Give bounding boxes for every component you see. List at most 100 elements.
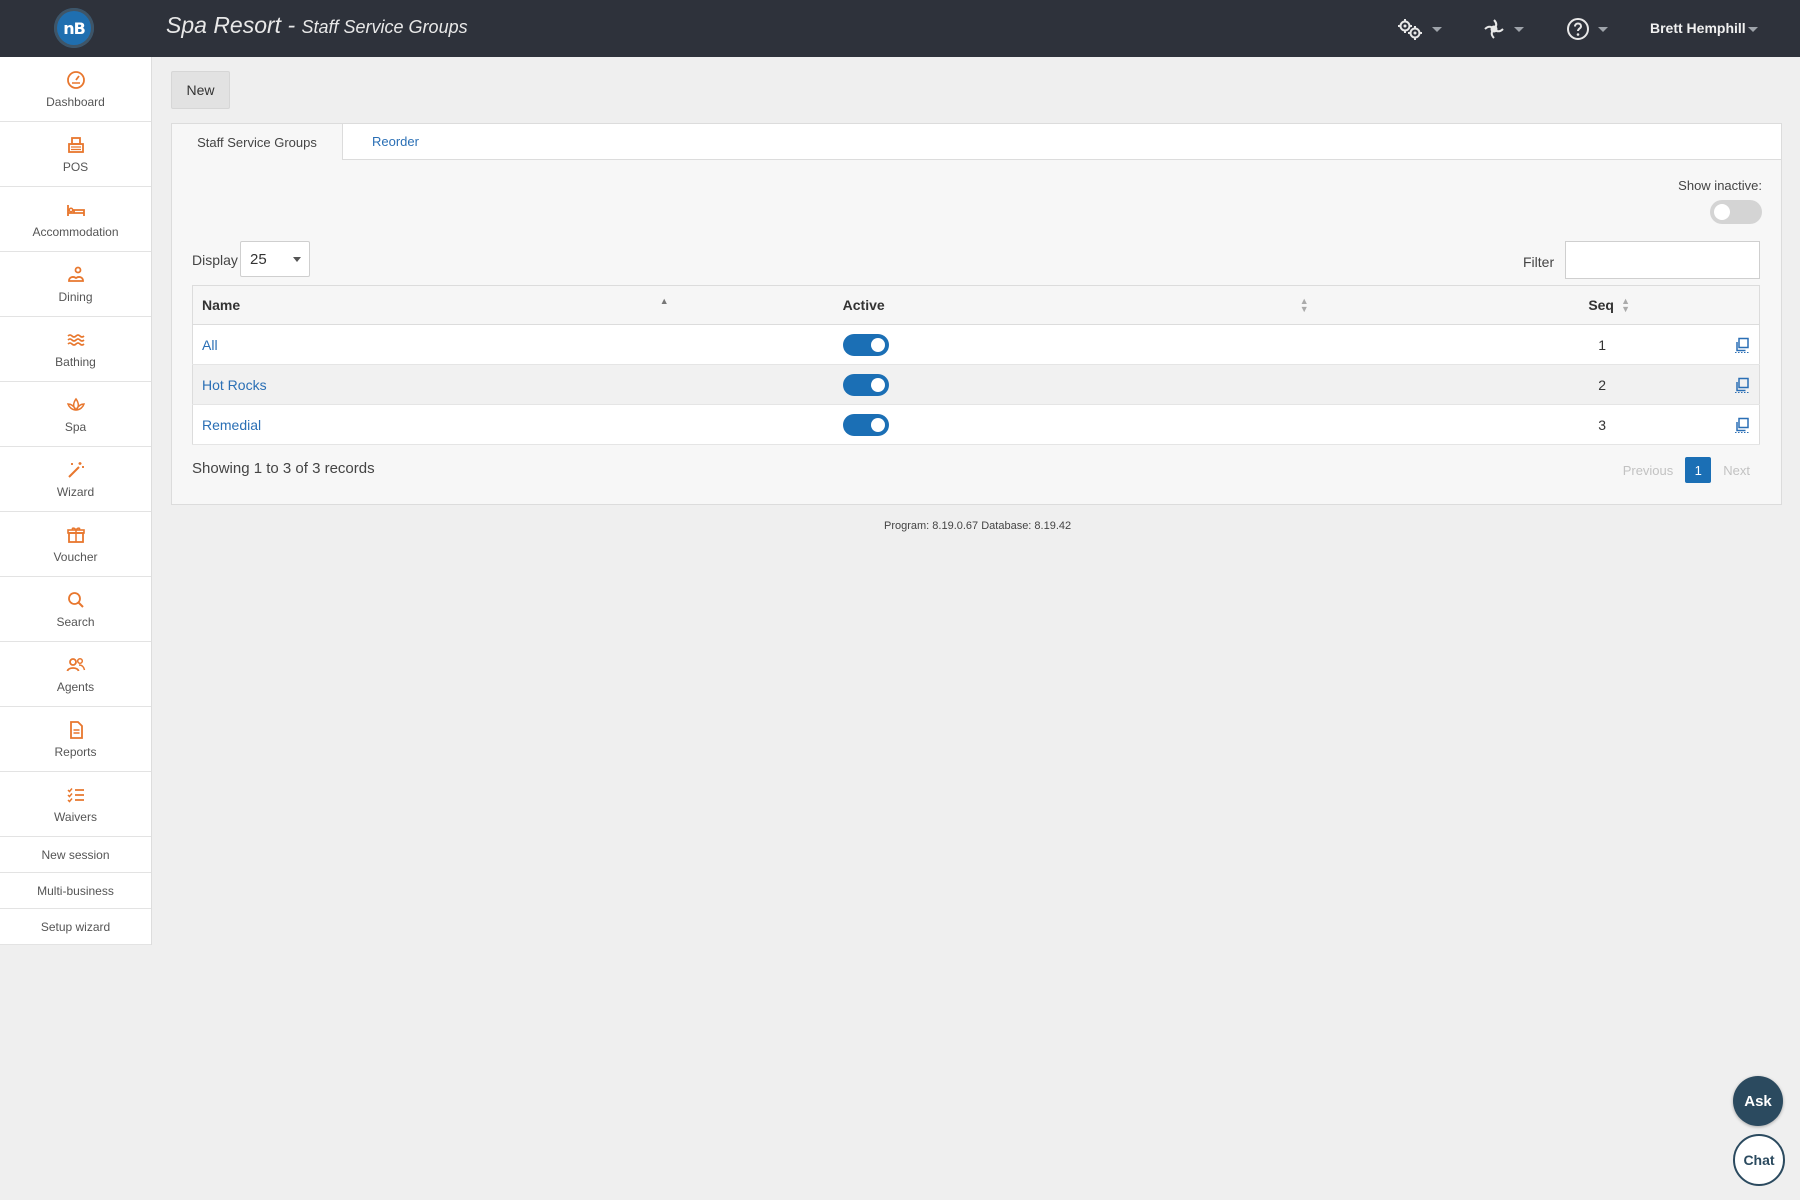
help-menu[interactable] [1566, 16, 1608, 42]
column-header-active[interactable]: Active ▲ ▼ [678, 285, 1319, 325]
chevron-down-icon [1748, 27, 1758, 32]
groups-table: Name ▲ Active ▲ ▼ Seq ▲ ▼ All 1 Hot Rock… [192, 285, 1760, 445]
chevron-down-icon [1432, 26, 1442, 32]
sidebar-item-accommodation[interactable]: Accommodation [0, 187, 151, 252]
top-bar: nB Spa Resort - Staff Service Groups Bre… [0, 0, 1800, 57]
sidebar-item-voucher[interactable]: Voucher [0, 512, 151, 577]
next-button[interactable]: Next [1711, 463, 1762, 478]
cell-active [678, 364, 1319, 405]
ask-button[interactable]: Ask [1733, 1076, 1783, 1126]
page-size-value: 25 [250, 250, 267, 268]
column-header-label: Name [202, 297, 241, 313]
show-inactive-toggle[interactable] [1710, 200, 1762, 224]
sidebar-item-spa[interactable]: Spa [0, 382, 151, 447]
sort-icon: ▲ ▼ [1621, 296, 1630, 314]
tab-reorder[interactable]: Reorder [372, 124, 419, 159]
settings-gears-icon [1398, 19, 1422, 40]
dropdown-arrow-icon [293, 257, 301, 262]
waves-icon [66, 333, 85, 346]
magic-wand-icon [67, 461, 84, 478]
logo-text: nB [63, 18, 86, 38]
cell-seq: 1 [1318, 324, 1638, 365]
sidebar-item-pos[interactable]: POS [0, 122, 151, 187]
sidebar-item-dashboard[interactable]: Dashboard [0, 57, 151, 122]
copy-icon[interactable] [1734, 337, 1750, 354]
chevron-down-icon [1514, 26, 1524, 32]
display-label: Display [192, 252, 238, 268]
sidebar-link-new-session[interactable]: New session [0, 837, 151, 873]
tab-staff-service-groups[interactable]: Staff Service Groups [172, 124, 343, 160]
sidebar-link-setup-wizard[interactable]: Setup wizard [0, 909, 151, 945]
column-header-label: Seq [1588, 297, 1614, 313]
column-header-seq[interactable]: Seq ▲ ▼ [1318, 285, 1638, 325]
lotus-icon [66, 397, 85, 411]
sort-icon: ▲ ▼ [1299, 296, 1309, 314]
sidebar-link-multi-business[interactable]: Multi-business [0, 873, 151, 909]
group-name-link[interactable]: Remedial [202, 417, 261, 433]
sidebar-item-label: Accommodation [32, 224, 119, 239]
sidebar-item-label: Spa [64, 419, 87, 434]
register-icon [67, 136, 84, 153]
previous-button[interactable]: Previous [1611, 463, 1686, 478]
integrations-menu[interactable] [1482, 16, 1524, 42]
gauge-icon [66, 70, 85, 89]
cell-active [678, 404, 1319, 445]
cell-actions [1638, 324, 1760, 365]
sidebar-item-reports[interactable]: Reports [0, 707, 151, 772]
group-name-link[interactable]: Hot Rocks [202, 377, 267, 393]
filter-input[interactable] [1565, 241, 1760, 279]
sidebar-item-wizard[interactable]: Wizard [0, 447, 151, 512]
sidebar-item-label: POS [62, 159, 89, 174]
sidebar-item-agents[interactable]: Agents [0, 642, 151, 707]
sidebar-item-waivers[interactable]: Waivers [0, 772, 151, 837]
sidebar: Dashboard POS Accommodation Dining Bathi… [0, 57, 152, 945]
sidebar-item-label: Search [56, 614, 95, 629]
new-button[interactable]: New [171, 71, 230, 109]
page-size-select[interactable]: 25 [240, 241, 310, 277]
cell-seq: 3 [1318, 404, 1638, 445]
user-menu[interactable]: Brett Hemphill [1650, 20, 1746, 36]
copy-icon[interactable] [1734, 377, 1750, 394]
cell-actions [1638, 404, 1760, 445]
app-title: Spa Resort [166, 12, 282, 38]
sidebar-item-label: Bathing [55, 354, 96, 369]
chat-button[interactable]: Chat [1733, 1134, 1785, 1186]
sidebar-item-label: Agents [56, 679, 95, 694]
sidebar-item-bathing[interactable]: Bathing [0, 317, 151, 382]
copy-icon[interactable] [1734, 417, 1750, 434]
search-icon [67, 591, 84, 608]
cell-active [678, 324, 1319, 365]
sidebar-item-label: Voucher [53, 549, 98, 564]
active-toggle[interactable] [842, 413, 889, 436]
sidebar-item-label: Waivers [54, 809, 97, 824]
settings-menu[interactable] [1396, 16, 1442, 42]
gift-icon [66, 526, 85, 543]
document-icon [69, 720, 83, 739]
chevron-down-icon [1598, 26, 1608, 32]
sidebar-item-label: Dashboard [46, 94, 105, 109]
logo[interactable]: nB [54, 8, 94, 48]
column-header-actions [1638, 285, 1760, 325]
cell-name: All [192, 324, 679, 365]
agents-icon [66, 657, 85, 671]
page-subtitle: Staff Service Groups [301, 17, 468, 37]
cell-actions [1638, 364, 1760, 405]
sidebar-item-label: Reports [54, 744, 97, 759]
tab-bar: Staff Service Groups Reorder [172, 124, 1781, 160]
sidebar-item-dining[interactable]: Dining [0, 252, 151, 317]
page-title: Spa Resort - Staff Service Groups [166, 12, 468, 39]
checklist-icon [66, 787, 84, 803]
cell-seq: 2 [1318, 364, 1638, 405]
active-toggle[interactable] [842, 333, 889, 356]
table-row: All 1 [192, 324, 1760, 365]
group-name-link[interactable]: All [202, 337, 218, 353]
sidebar-item-label: Dining [58, 289, 93, 304]
table-header-row: Name ▲ Active ▲ ▼ Seq ▲ ▼ [192, 285, 1760, 325]
column-header-label: Active [842, 297, 885, 313]
records-summary: Showing 1 to 3 of 3 records [192, 460, 375, 477]
table-row: Remedial 3 [192, 404, 1760, 445]
sidebar-item-search[interactable]: Search [0, 577, 151, 642]
column-header-name[interactable]: Name ▲ [192, 285, 679, 325]
active-toggle[interactable] [842, 373, 889, 396]
page-1-button[interactable]: 1 [1685, 457, 1712, 483]
